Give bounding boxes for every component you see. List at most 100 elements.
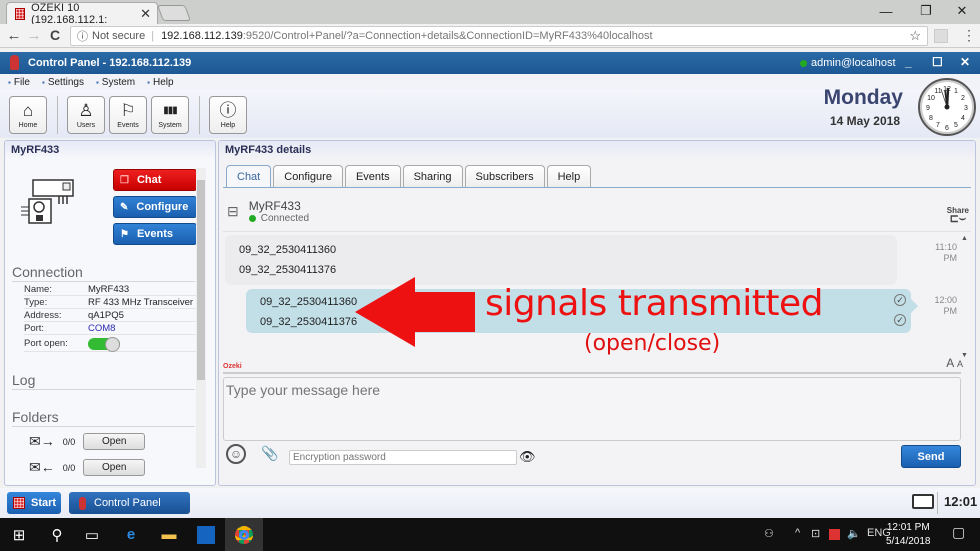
forward-icon[interactable]: → bbox=[25, 27, 43, 44]
chrome-icon[interactable] bbox=[225, 518, 263, 551]
control-panel-label: Control Panel bbox=[94, 497, 161, 509]
emoji-icon[interactable]: ☺ bbox=[226, 444, 246, 464]
message-line: 09_32_2530411376 bbox=[239, 264, 337, 276]
tab-events[interactable]: Events bbox=[344, 165, 401, 187]
users-icon: ♙ bbox=[78, 101, 94, 120]
share-button[interactable]: Share ⊏⌣ bbox=[947, 207, 969, 225]
tab-subscribers[interactable]: Subscribers bbox=[464, 165, 545, 187]
contact-status: Connected bbox=[248, 213, 309, 224]
chat-scrollbar[interactable]: ▲ ▼ bbox=[961, 235, 969, 365]
extension-icon[interactable] bbox=[934, 29, 948, 43]
user-name: admin@localhost bbox=[811, 57, 896, 69]
users-button[interactable]: ♙ Users bbox=[67, 96, 105, 134]
connected-dot-icon bbox=[248, 215, 256, 222]
start-button[interactable]: Start bbox=[7, 492, 61, 514]
app-maximize-button[interactable]: ☐ bbox=[932, 55, 943, 69]
font-size-controls: A A bbox=[946, 356, 963, 370]
conversation-header: ⊟ MyRF433 Connected bbox=[227, 199, 309, 224]
home-icon: ⌂ bbox=[22, 101, 34, 120]
sidebar-scrollbar[interactable] bbox=[196, 168, 206, 468]
system-clock[interactable]: 12:01 PM 5/14/2018 bbox=[886, 521, 931, 549]
task-view-icon[interactable]: ▭ bbox=[73, 518, 111, 551]
svg-text:5: 5 bbox=[954, 122, 958, 129]
events-sidebar-button[interactable]: ⚑ Events bbox=[113, 223, 197, 245]
tab-chat[interactable]: Chat bbox=[226, 165, 272, 188]
app-taskbar-icon[interactable] bbox=[187, 518, 225, 551]
system-button[interactable]: ▮▮▮ System bbox=[151, 96, 189, 134]
chat-button[interactable]: ❐ Chat bbox=[113, 169, 197, 191]
scrollbar-thumb[interactable] bbox=[197, 180, 205, 380]
tab-configure[interactable]: Configure bbox=[273, 165, 343, 187]
info-icon[interactable]: ⓘ bbox=[77, 28, 88, 44]
menu-help[interactable]: Help bbox=[147, 77, 174, 88]
details-title: MyRF433 details bbox=[219, 141, 975, 159]
show-password-eye-icon[interactable]: 👁 bbox=[519, 449, 536, 465]
volume-icon[interactable]: 🔈 bbox=[847, 527, 861, 540]
app-minimize-button[interactable]: _ bbox=[905, 55, 912, 69]
menu-system[interactable]: System bbox=[96, 77, 135, 88]
contact-name: MyRF433 bbox=[248, 199, 301, 213]
edge-browser-icon[interactable]: e bbox=[112, 518, 150, 551]
user-status[interactable]: admin@localhost bbox=[800, 57, 896, 69]
tab-close-icon[interactable]: ✕ bbox=[140, 6, 151, 22]
restore-button[interactable]: ❐ bbox=[908, 0, 944, 22]
details-tabs: Chat Configure Events Sharing Subscriber… bbox=[226, 165, 592, 188]
menu-settings[interactable]: Settings bbox=[42, 77, 84, 88]
home-button[interactable]: ⌂ Home bbox=[9, 96, 47, 134]
new-tab-button[interactable] bbox=[157, 5, 191, 21]
bookmark-star-icon[interactable]: ☆ bbox=[909, 28, 921, 44]
font-decrease-button[interactable]: A bbox=[957, 359, 963, 369]
notifications-icon[interactable]: ▢ bbox=[952, 524, 965, 541]
open-inbox-button[interactable]: Open bbox=[83, 459, 146, 476]
people-icon[interactable]: ⚇ bbox=[764, 527, 774, 540]
tab-help[interactable]: Help bbox=[546, 165, 592, 187]
address-bar[interactable]: ⓘ Not secure | 192.168.112.139 :9520/Con… bbox=[70, 26, 928, 46]
events-button[interactable]: ⚐ Events bbox=[109, 96, 147, 134]
encryption-password-input[interactable] bbox=[289, 450, 517, 465]
minimize-button[interactable]: — bbox=[868, 0, 904, 22]
ozeki-tray-icon[interactable] bbox=[829, 529, 840, 540]
configure-button-label: Configure bbox=[136, 201, 189, 213]
port-open-toggle[interactable] bbox=[88, 336, 120, 352]
folders-heading: Folders bbox=[12, 409, 195, 427]
field-value: qA1PQ5 bbox=[88, 309, 124, 321]
monitor-icon[interactable] bbox=[912, 494, 934, 509]
windows-start-icon[interactable]: ⊞ bbox=[0, 518, 38, 551]
svg-text:1: 1 bbox=[954, 88, 958, 95]
port-link[interactable]: COM8 bbox=[88, 323, 115, 334]
tray-expand-icon[interactable]: ^ bbox=[795, 527, 800, 539]
reload-icon[interactable]: C bbox=[46, 27, 64, 43]
configure-button[interactable]: ✎ Configure bbox=[113, 196, 197, 218]
app-title: Control Panel - 192.168.112.139 bbox=[28, 57, 192, 69]
back-icon[interactable]: ← bbox=[5, 27, 23, 44]
field-key: Port: bbox=[24, 322, 45, 334]
browser-menu-icon[interactable]: ⋮ bbox=[962, 27, 976, 44]
menu-file[interactable]: File bbox=[8, 77, 30, 88]
device-icon: ⊟ bbox=[227, 203, 239, 219]
open-outbox-button[interactable]: Open bbox=[83, 433, 146, 450]
control-panel-task-button[interactable]: Control Panel bbox=[69, 492, 190, 514]
font-increase-button[interactable]: A bbox=[946, 356, 953, 370]
search-icon[interactable]: ⚲ bbox=[38, 518, 76, 551]
field-key: Type: bbox=[24, 296, 48, 308]
attachment-icon[interactable]: 📎 bbox=[261, 445, 278, 462]
tab-sharing[interactable]: Sharing bbox=[402, 165, 463, 187]
field-key: Name: bbox=[24, 283, 52, 295]
scroll-up-icon[interactable]: ▲ bbox=[961, 235, 969, 242]
field-key: Port open: bbox=[24, 338, 68, 349]
help-info-icon: ⓘ bbox=[219, 101, 237, 120]
connection-sidebar: MyRF433 ❐ Chat ✎ Configure ⚑ Events Conn… bbox=[4, 140, 216, 486]
close-window-button[interactable]: ✕ bbox=[944, 0, 980, 22]
users-label: Users bbox=[76, 122, 96, 129]
url-path: :9520/Control+Panel/?a=Connection+detail… bbox=[242, 30, 653, 42]
network-icon[interactable]: ⊡ bbox=[811, 527, 820, 540]
message-input[interactable] bbox=[223, 377, 961, 441]
help-button[interactable]: ⓘ Help bbox=[209, 96, 247, 134]
field-port: Port: COM8 bbox=[24, 322, 199, 335]
svg-text:8: 8 bbox=[929, 115, 933, 122]
browser-tab[interactable]: OZEKI 10 (192.168.112.1: ✕ bbox=[6, 2, 158, 26]
app-close-button[interactable]: ✕ bbox=[960, 55, 970, 69]
send-button[interactable]: Send bbox=[901, 445, 961, 468]
file-explorer-icon[interactable]: ▬ bbox=[150, 518, 188, 551]
field-type: Type: RF 433 MHz Transceiver bbox=[24, 296, 199, 309]
